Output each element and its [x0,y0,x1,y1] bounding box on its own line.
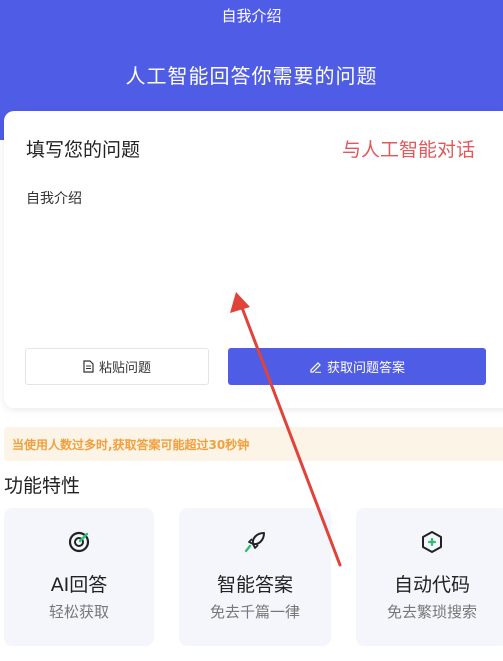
paste-question-label: 粘贴问题 [98,361,151,376]
features-section-title: 功能特性 [4,475,81,497]
code-hexagon-icon [422,531,442,553]
edit-icon [310,362,321,373]
question-card: 填写您的问题 与人工智能对话 自我介绍 粘贴问题 获取问题答案 [4,111,503,408]
rocket-icon [244,532,265,553]
feature-card-smart-answer[interactable]: 智能答案 免去千篇一律 [179,508,331,646]
get-answer-label: 获取问题答案 [326,361,405,376]
question-input[interactable]: 自我介绍 [26,188,82,208]
feature-subtitle: 免去千篇一律 [209,603,300,621]
ai-chat-link[interactable]: 与人工智能对话 [342,135,475,162]
notice-text: 当使用人数过多时,获取答案可能超过30秒钟 [12,438,250,452]
headline: 人工智能回答你需要的问题 [125,64,378,88]
feature-title: AI回答 [50,574,108,596]
feature-card-auto-code[interactable]: 自动代码 免去繁琐搜索 [356,508,503,646]
paste-question-button[interactable]: 粘贴问题 [25,348,209,385]
page-title: 自我介绍 [221,7,282,25]
get-answer-button[interactable]: 获取问题答案 [228,348,486,385]
feature-subtitle: 免去繁琐搜索 [386,603,477,621]
feature-title: 智能答案 [216,574,293,596]
target-icon [68,531,90,553]
feature-subtitle: 轻松获取 [48,603,109,621]
feature-card-ai-answer[interactable]: AI回答 轻松获取 [4,508,154,646]
feature-title: 自动代码 [393,574,470,596]
notice-bar: 当使用人数过多时,获取答案可能超过30秒钟 [4,427,503,461]
document-icon [83,360,94,373]
card-title: 填写您的问题 [26,139,141,161]
